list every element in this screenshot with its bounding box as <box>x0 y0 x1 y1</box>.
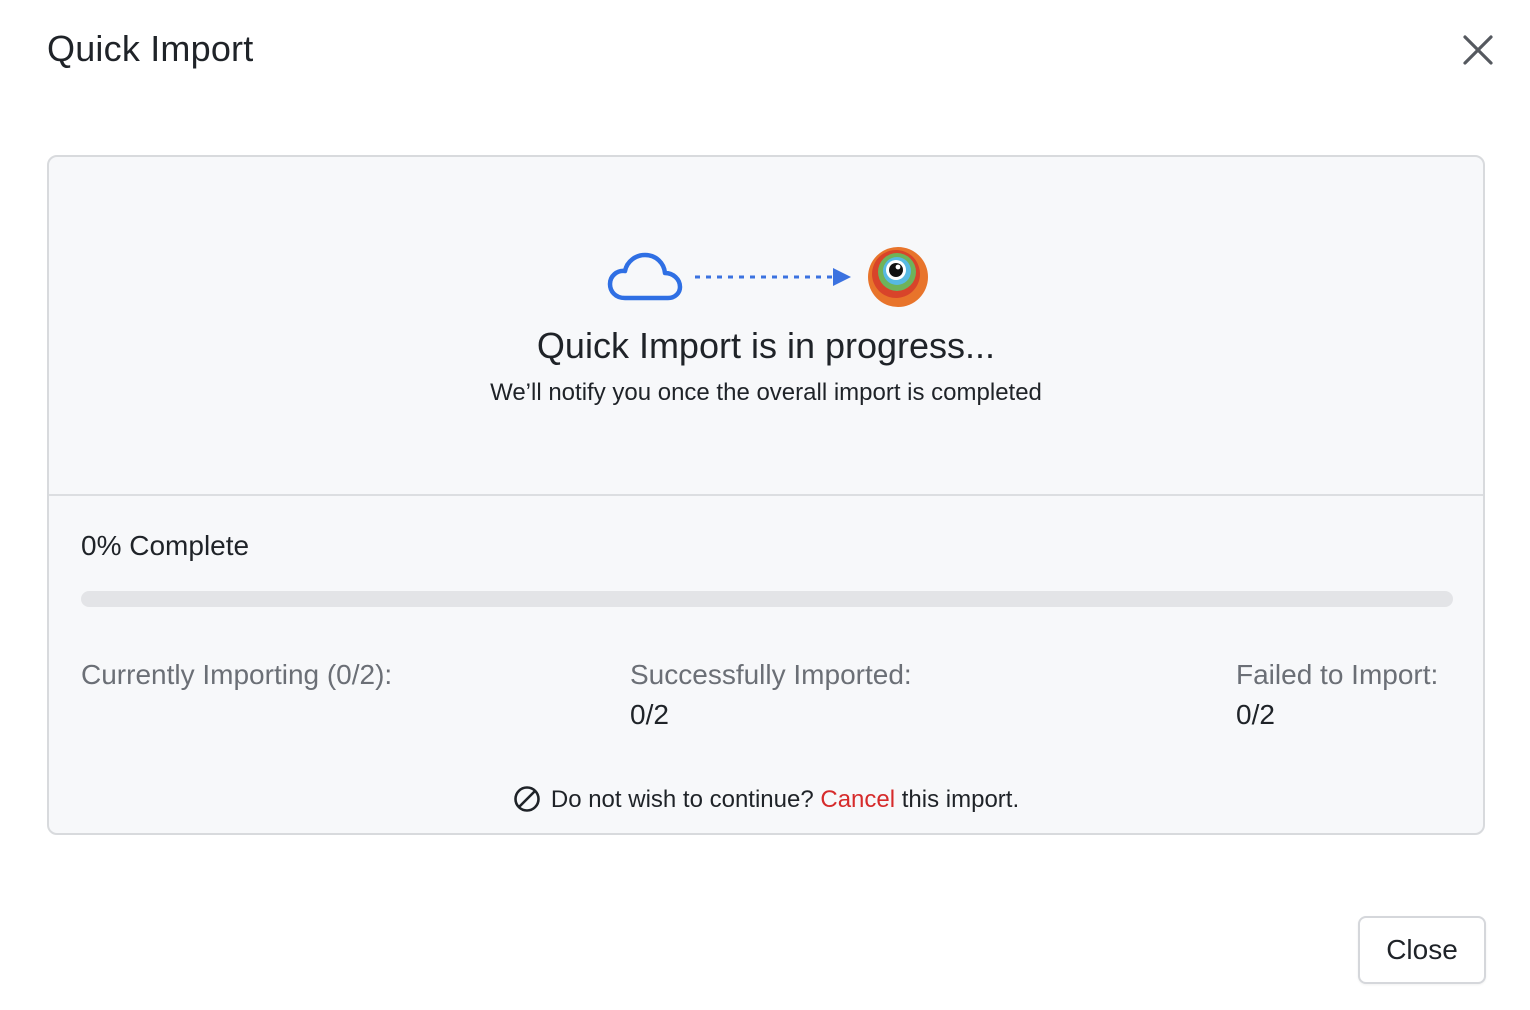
failed-value: 0/2 <box>1236 699 1275 730</box>
ban-icon <box>514 786 540 812</box>
cancel-suffix-text: this import. <box>901 786 1020 813</box>
success-label: Successfully Imported: <box>630 659 912 690</box>
success-value: 0/2 <box>630 699 669 730</box>
failed-label: Failed to Import: <box>1236 659 1439 690</box>
percent-complete-label: 0% Complete <box>81 530 250 561</box>
cancel-prompt-text: Do not wish to continue? <box>550 786 814 813</box>
progress-subtitle: We’ll notify you once the overall import… <box>490 379 1042 406</box>
cloud-icon <box>607 252 683 301</box>
progress-bar <box>81 591 1453 607</box>
progress-title: Quick Import is in progress... <box>536 325 996 366</box>
cancel-import-row: Do not wish to continue? Cancel this imp… <box>49 785 1483 814</box>
currently-importing-label: Currently Importing (0/2): <box>81 659 393 690</box>
status-header: Quick Import is in progress... We’ll not… <box>49 157 1483 494</box>
panel-divider <box>49 494 1483 496</box>
close-button[interactable]: Close <box>1358 916 1486 984</box>
cancel-import-link[interactable]: Cancel <box>820 786 895 813</box>
dotted-arrow-icon <box>695 268 851 286</box>
import-status-panel: Quick Import is in progress... We’ll not… <box>47 155 1485 835</box>
close-icon[interactable] <box>1459 31 1497 69</box>
quick-import-dialog: Quick Import Quick Import is in progress… <box>0 0 1530 1010</box>
import-flow-illustration <box>605 245 935 309</box>
app-logo-icon <box>868 247 928 307</box>
dialog-title: Quick Import <box>47 28 254 69</box>
